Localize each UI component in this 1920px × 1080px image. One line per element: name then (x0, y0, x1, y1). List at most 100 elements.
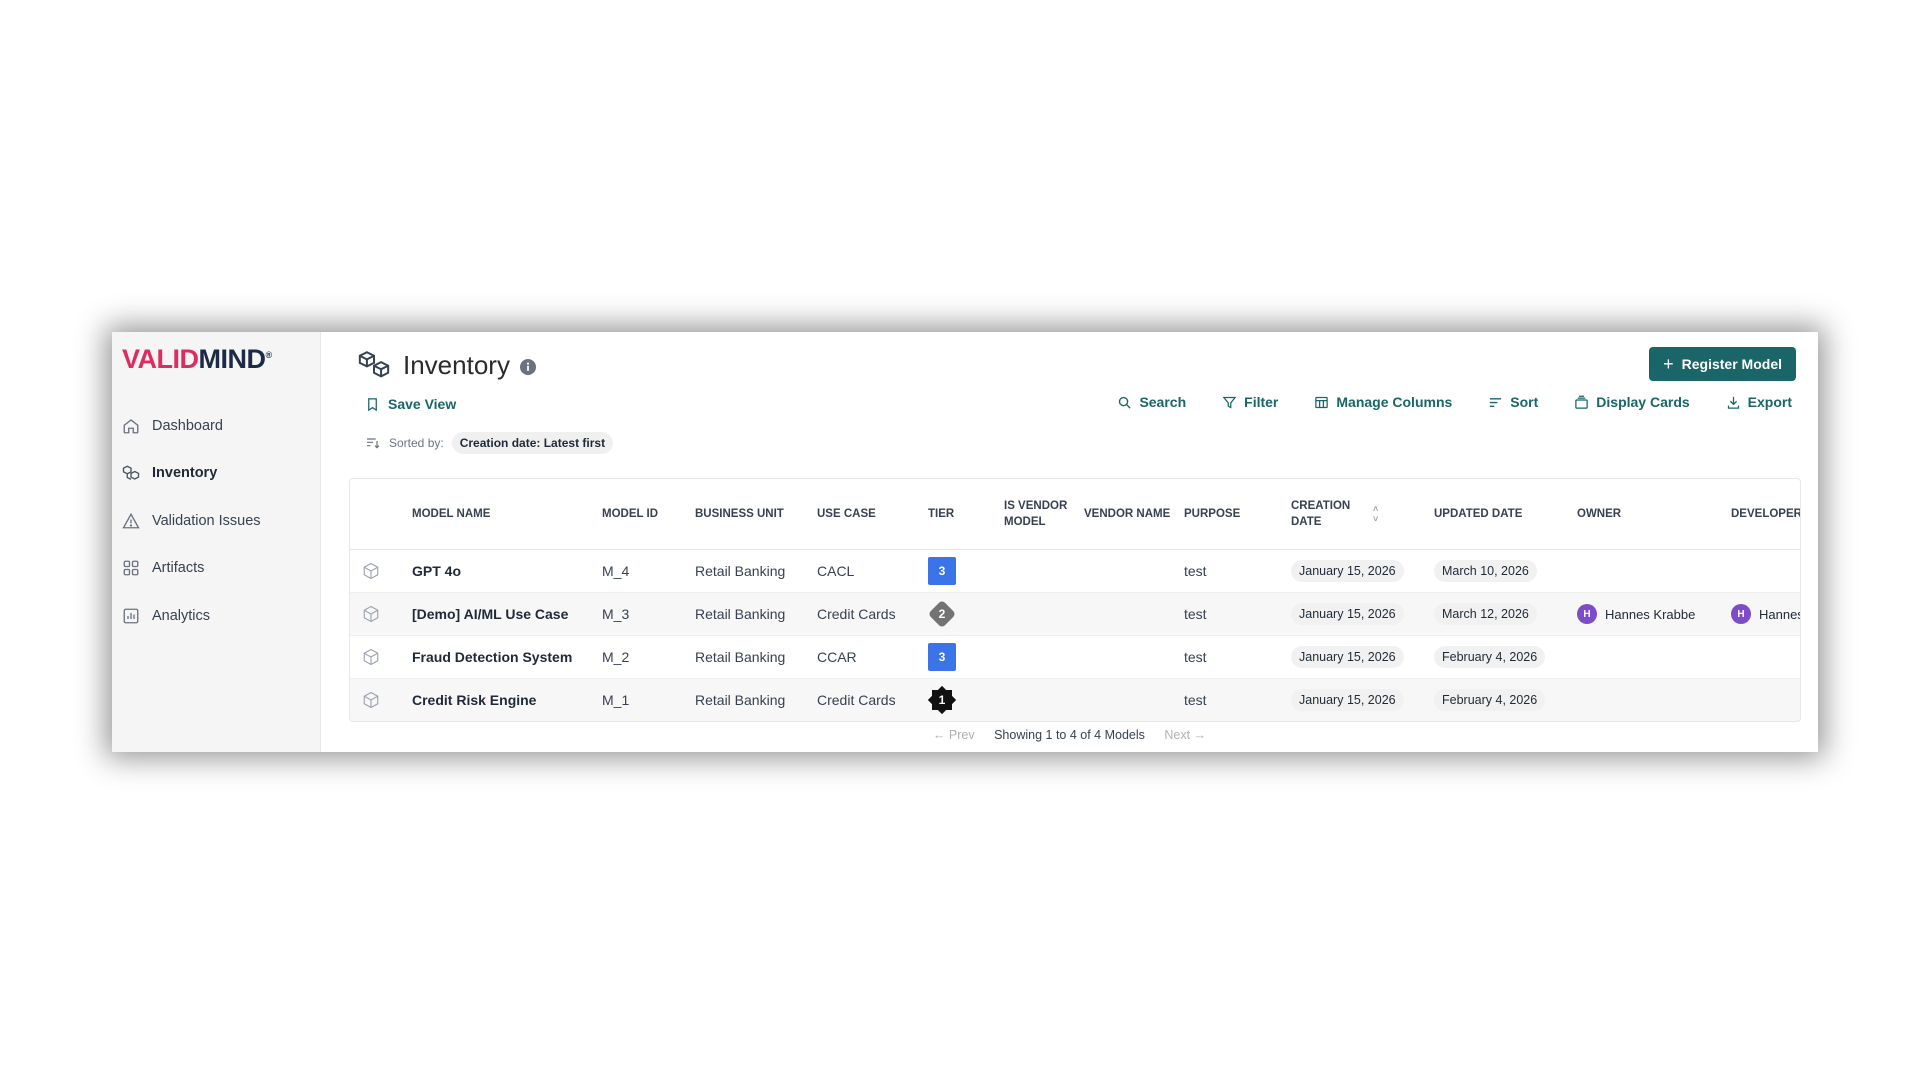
header-owner[interactable]: OWNER (1571, 479, 1725, 550)
sidebar-item-inventory[interactable]: Inventory (122, 450, 261, 498)
business-unit-cell: Retail Banking (689, 592, 811, 636)
row-icon-cell (350, 549, 406, 593)
vendor-name-cell (1078, 635, 1178, 679)
tier-cell: 1 (922, 678, 998, 721)
owner-chip[interactable]: H Hannes Krabbe (1577, 604, 1696, 625)
sort-button[interactable]: Sort (1488, 394, 1538, 410)
manage-columns-button[interactable]: Manage Columns (1314, 394, 1452, 410)
pagination: ← Prev Showing 1 to 4 of 4 Models Next → (321, 728, 1818, 742)
owner-cell (1571, 549, 1725, 593)
developer-cell (1725, 549, 1800, 593)
purpose-cell: test (1178, 592, 1285, 636)
avatar: H (1577, 604, 1597, 625)
header-tier[interactable]: TIER (922, 479, 998, 550)
table-row[interactable]: Credit Risk Engine M_1 Retail Banking Cr… (350, 678, 1800, 721)
tier-value: 2 (938, 607, 946, 621)
model-name-cell[interactable]: Credit Risk Engine (406, 678, 596, 721)
date-chip: January 15, 2026 (1291, 689, 1404, 711)
developer-chip[interactable]: H Hannes (1731, 604, 1801, 625)
owner-name: Hannes Krabbe (1605, 606, 1696, 622)
table-header-row: MODEL NAME MODEL ID BUSINESS UNIT USE CA… (350, 479, 1800, 550)
boxes-icon (358, 351, 390, 378)
filter-button[interactable]: Filter (1222, 394, 1278, 410)
tier-badge: 1 (928, 686, 956, 714)
prev-page-button[interactable]: ← Prev (933, 728, 975, 742)
developer-cell (1725, 678, 1800, 721)
logo-part-valid: VALID (122, 344, 199, 374)
date-chip: February 4, 2026 (1434, 689, 1546, 711)
sort-arrows-icon[interactable]: ˄ ˅ (1373, 504, 1378, 524)
date-chip: January 15, 2026 (1291, 646, 1404, 668)
date-chip: January 15, 2026 (1291, 603, 1404, 625)
info-icon[interactable] (519, 358, 536, 375)
header-developer[interactable]: DEVELOPER (1725, 479, 1800, 550)
owner-cell: H Hannes Krabbe (1571, 592, 1725, 636)
sidebar-item-artifacts[interactable]: Artifacts (122, 545, 261, 593)
developer-cell (1725, 635, 1800, 679)
sidebar-item-label: Analytics (152, 607, 211, 624)
app-window: VALIDMIND® Dashboard Inventory Validatio… (112, 332, 1818, 752)
updated-date-cell: February 4, 2026 (1428, 678, 1571, 721)
table-row[interactable]: GPT 4o M_4 Retail Banking CACL 3 test Ja… (350, 549, 1800, 593)
home-icon (123, 418, 139, 434)
sort-chip[interactable]: Creation date: Latest first (451, 432, 614, 454)
sidebar-item-label: Artifacts (152, 560, 205, 577)
header-purpose[interactable]: PURPOSE (1178, 479, 1285, 550)
table-row[interactable]: Fraud Detection System M_2 Retail Bankin… (350, 635, 1800, 679)
tier-value: 3 (938, 564, 946, 578)
display-cards-button[interactable]: Display Cards (1574, 394, 1690, 410)
header-updated-date[interactable]: UPDATED DATE (1428, 479, 1571, 550)
use-case-cell: CACL (811, 549, 922, 593)
save-view-label: Save View (388, 396, 457, 412)
table-row[interactable]: [Demo] AI/ML Use Case M_3 Retail Banking… (350, 592, 1801, 636)
updated-date-cell: February 4, 2026 (1428, 635, 1571, 679)
tier-badge: 3 (928, 643, 956, 671)
download-icon (1727, 396, 1739, 409)
developer-name: Hannes (1759, 606, 1801, 622)
tier-cell: 2 (922, 592, 998, 636)
is-vendor-model-cell (998, 592, 1078, 636)
model-name-cell[interactable]: Fraud Detection System (406, 635, 596, 679)
validmind-logo[interactable]: VALIDMIND® (122, 344, 272, 375)
sidebar-item-validation-issues[interactable]: Validation Issues (122, 497, 261, 545)
vendor-name-cell (1078, 678, 1178, 721)
main-content: Inventory + Register Model Save View Sea… (321, 332, 1818, 752)
cube-icon (363, 605, 379, 623)
search-label: Search (1139, 394, 1187, 410)
purpose-cell: test (1178, 678, 1285, 721)
model-id-cell: M_3 (596, 592, 689, 636)
header-model-id[interactable]: MODEL ID (596, 479, 689, 550)
use-case-cell: CCAR (811, 635, 922, 679)
header-model-name[interactable]: MODEL NAME (406, 479, 596, 550)
model-name-cell[interactable]: GPT 4o (406, 549, 596, 593)
row-icon-cell (350, 635, 406, 679)
use-case-cell: Credit Cards (811, 678, 922, 721)
page-title: Inventory (403, 349, 510, 380)
model-id-cell: M_1 (596, 678, 689, 721)
register-model-label: Register Model (1681, 356, 1782, 372)
sort-label: Sort (1510, 394, 1539, 410)
save-view-button[interactable]: Save View (365, 396, 456, 412)
next-page-button[interactable]: Next → (1164, 728, 1206, 742)
model-name-cell[interactable]: [Demo] AI/ML Use Case (406, 592, 596, 636)
plus-icon: + (1663, 353, 1674, 374)
vendor-name-cell (1078, 592, 1178, 636)
header-creation-date[interactable]: CREATION DATE ˄ ˅ (1285, 479, 1428, 550)
logo-registered-mark: ® (265, 350, 273, 360)
search-button[interactable]: Search (1117, 394, 1186, 410)
page-header: Inventory (357, 348, 536, 382)
tier-badge: 2 (928, 600, 956, 628)
header-is-vendor-model[interactable]: IS VENDOR MODEL (998, 479, 1078, 550)
export-button[interactable]: Export (1726, 394, 1792, 410)
sidebar-nav: Dashboard Inventory Validation Issues Ar… (122, 402, 261, 640)
model-id-cell: M_4 (596, 549, 689, 593)
header-creation-date-label: CREATION DATE (1291, 500, 1351, 528)
header-business-unit[interactable]: BUSINESS UNIT (689, 479, 811, 550)
header-use-case[interactable]: USE CASE (811, 479, 922, 550)
sidebar-item-dashboard[interactable]: Dashboard (122, 402, 261, 450)
cards-icon (1575, 395, 1589, 409)
header-vendor-name[interactable]: VENDOR NAME (1078, 479, 1178, 550)
creation-date-cell: January 15, 2026 (1285, 549, 1428, 593)
register-model-button[interactable]: + Register Model (1649, 347, 1796, 381)
sidebar-item-analytics[interactable]: Analytics (122, 592, 261, 640)
